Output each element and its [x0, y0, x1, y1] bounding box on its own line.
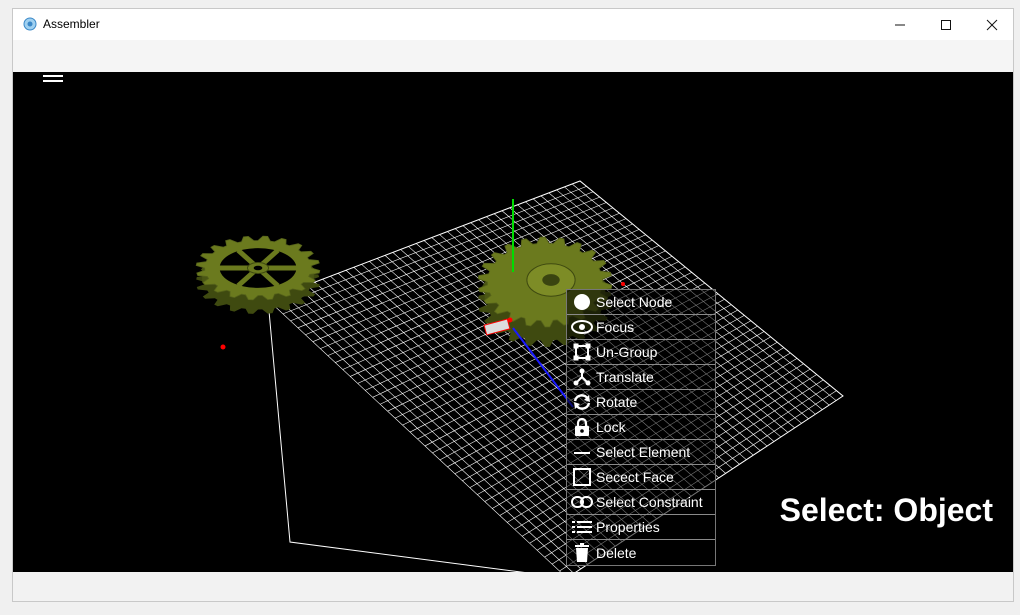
toolbar-area — [13, 40, 1013, 72]
menu-item-properties[interactable]: Properties — [567, 515, 715, 540]
menu-item-label: Un-Group — [596, 344, 658, 360]
context-menu: Select Node Focus Un-Group Translate Rot… — [566, 289, 716, 566]
eye-icon — [569, 316, 595, 338]
menu-item-select-node[interactable]: Select Node — [567, 290, 715, 315]
minimize-button[interactable] — [877, 9, 923, 40]
menu-hamburger-icon[interactable] — [43, 72, 63, 84]
list-icon — [569, 516, 595, 538]
menu-item-label: Select Node — [596, 294, 673, 310]
menu-item-label: Delete — [596, 544, 637, 561]
menu-item-label: Translate — [596, 369, 654, 385]
translate-icon — [569, 366, 595, 388]
link-icon — [569, 491, 595, 513]
menu-item-translate[interactable]: Translate — [567, 365, 715, 390]
menu-item-select-element[interactable]: Select Element — [567, 440, 715, 465]
circle-icon — [569, 291, 595, 313]
3d-viewport[interactable]: Select Node Focus Un-Group Translate Rot… — [13, 72, 1013, 572]
origin-marker — [220, 344, 226, 350]
close-button[interactable] — [969, 9, 1013, 40]
app-logo-icon — [23, 17, 37, 31]
ground-grid — [268, 181, 843, 572]
menu-item-label: Secect Face — [596, 469, 674, 485]
gear-left[interactable] — [195, 235, 321, 314]
node-marker — [507, 317, 513, 323]
menu-item-label: Rotate — [596, 394, 638, 410]
title-bar[interactable]: Assembler — [13, 9, 1013, 40]
menu-item-label: Properties — [596, 519, 660, 535]
status-bar — [13, 572, 1013, 601]
minimize-icon — [895, 24, 905, 25]
menu-item-focus[interactable]: Focus — [567, 315, 715, 340]
node-marker — [621, 282, 625, 286]
ungroup-icon — [569, 341, 595, 363]
menu-item-select-constraint[interactable]: Select Constraint — [567, 490, 715, 515]
maximize-button[interactable] — [923, 9, 969, 40]
menu-item-rotate[interactable]: Rotate — [567, 390, 715, 415]
window-title: Assembler — [43, 17, 100, 31]
face-icon — [569, 466, 595, 488]
trash-icon — [569, 542, 595, 564]
menu-item-lock[interactable]: Lock — [567, 415, 715, 440]
menu-item-delete[interactable]: Delete — [567, 540, 715, 565]
maximize-icon — [941, 19, 951, 30]
rotate-icon — [569, 391, 595, 413]
menu-item-label: Select Element — [596, 444, 691, 460]
menu-item-label: Select Constraint — [596, 494, 703, 510]
menu-item-label: Lock — [596, 419, 626, 435]
selection-mode-label: Select: Object — [779, 492, 993, 528]
lock-icon — [569, 416, 595, 438]
app-window: Assembler Select Node Focus Un-Group Tra… — [12, 8, 1014, 602]
menu-item-label: Focus — [596, 319, 635, 335]
line-icon — [569, 441, 595, 463]
close-icon — [986, 19, 998, 30]
menu-item-un-group[interactable]: Un-Group — [567, 340, 715, 365]
menu-item-select-face[interactable]: Secect Face — [567, 465, 715, 490]
